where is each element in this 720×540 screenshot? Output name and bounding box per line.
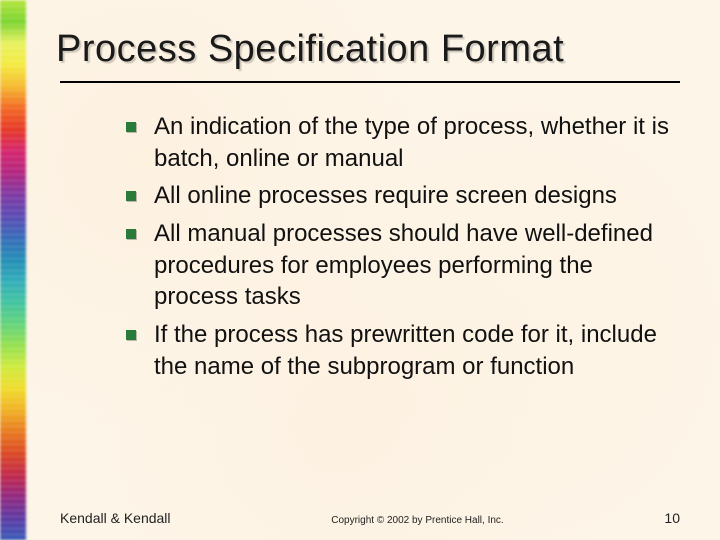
bullet-list: An indication of the type of process, wh… (60, 111, 680, 382)
slide-title: Process Specification Format (56, 28, 680, 71)
footer-copyright: Copyright © 2002 by Prentice Hall, Inc. (171, 515, 665, 526)
footer-author: Kendall & Kendall (60, 510, 171, 526)
footer-page-number: 10 (664, 510, 680, 526)
list-item: An indication of the type of process, wh… (126, 111, 680, 174)
list-item-text: All manual processes should have well-de… (154, 218, 680, 313)
title-underline (60, 81, 680, 83)
bullet-icon (126, 191, 136, 201)
list-item-text: If the process has prewritten code for i… (154, 319, 680, 382)
list-item-text: An indication of the type of process, wh… (154, 111, 680, 174)
list-item: All online processes require screen desi… (126, 180, 680, 212)
bullet-icon (126, 122, 136, 132)
bullet-icon (126, 229, 136, 239)
list-item-text: All online processes require screen desi… (154, 180, 617, 212)
slide-footer: Kendall & Kendall Copyright © 2002 by Pr… (60, 510, 680, 526)
list-item: If the process has prewritten code for i… (126, 319, 680, 382)
bullet-icon (126, 330, 136, 340)
list-item: All manual processes should have well-de… (126, 218, 680, 313)
slide-container: Process Specification Format An indicati… (0, 0, 720, 540)
